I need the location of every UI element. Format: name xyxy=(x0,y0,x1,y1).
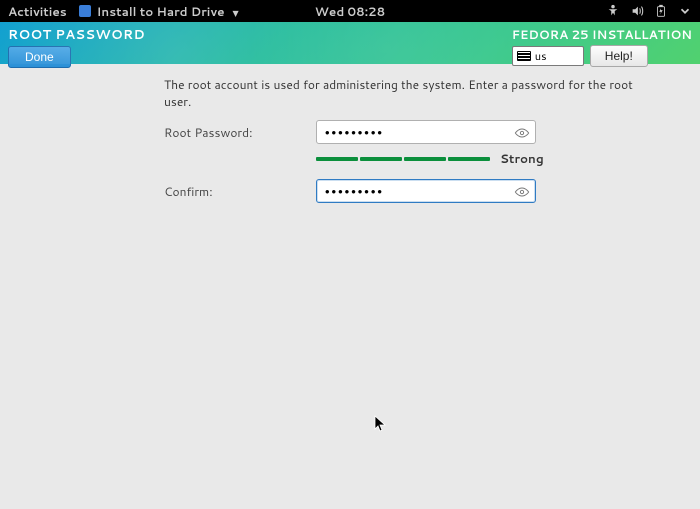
show-confirm-password-icon[interactable] xyxy=(514,185,530,197)
done-button[interactable]: Done xyxy=(8,46,71,68)
confirm-password-input[interactable] xyxy=(316,179,536,203)
volume-icon[interactable] xyxy=(630,4,644,18)
drive-icon xyxy=(79,5,91,17)
chevron-down-icon[interactable] xyxy=(678,4,692,18)
gnome-top-bar: Activities Install to Hard Drive Wed 08:… xyxy=(0,0,700,22)
help-button[interactable]: Help! xyxy=(590,45,648,67)
keyboard-icon xyxy=(517,51,531,61)
accessibility-icon[interactable] xyxy=(606,4,620,18)
show-password-icon[interactable] xyxy=(514,126,530,138)
root-password-label: Root Password: xyxy=(164,124,316,141)
current-app-menu[interactable]: Install to Hard Drive xyxy=(79,3,239,20)
activities-button[interactable]: Activities xyxy=(8,3,67,20)
clock[interactable]: Wed 08:28 xyxy=(315,3,385,20)
chevron-down-icon xyxy=(231,3,239,20)
password-strength-meter xyxy=(316,157,490,161)
mouse-cursor xyxy=(374,415,386,437)
current-app-label: Install to Hard Drive xyxy=(97,3,225,20)
page-title: ROOT PASSWORD xyxy=(8,26,145,44)
battery-icon[interactable] xyxy=(654,4,668,18)
intro-text: The root account is used for administeri… xyxy=(164,76,636,110)
anaconda-header: ROOT PASSWORD Done FEDORA 25 INSTALLATIO… xyxy=(0,22,700,64)
main-content: The root account is used for administeri… xyxy=(0,64,700,203)
keyboard-layout-indicator[interactable]: us xyxy=(512,46,584,66)
password-strength-label: Strong xyxy=(500,150,544,167)
installation-subtitle: FEDORA 25 INSTALLATION xyxy=(512,26,692,43)
confirm-password-label: Confirm: xyxy=(164,183,316,200)
root-password-input[interactable] xyxy=(316,120,536,144)
keyboard-layout-label: us xyxy=(535,48,547,64)
